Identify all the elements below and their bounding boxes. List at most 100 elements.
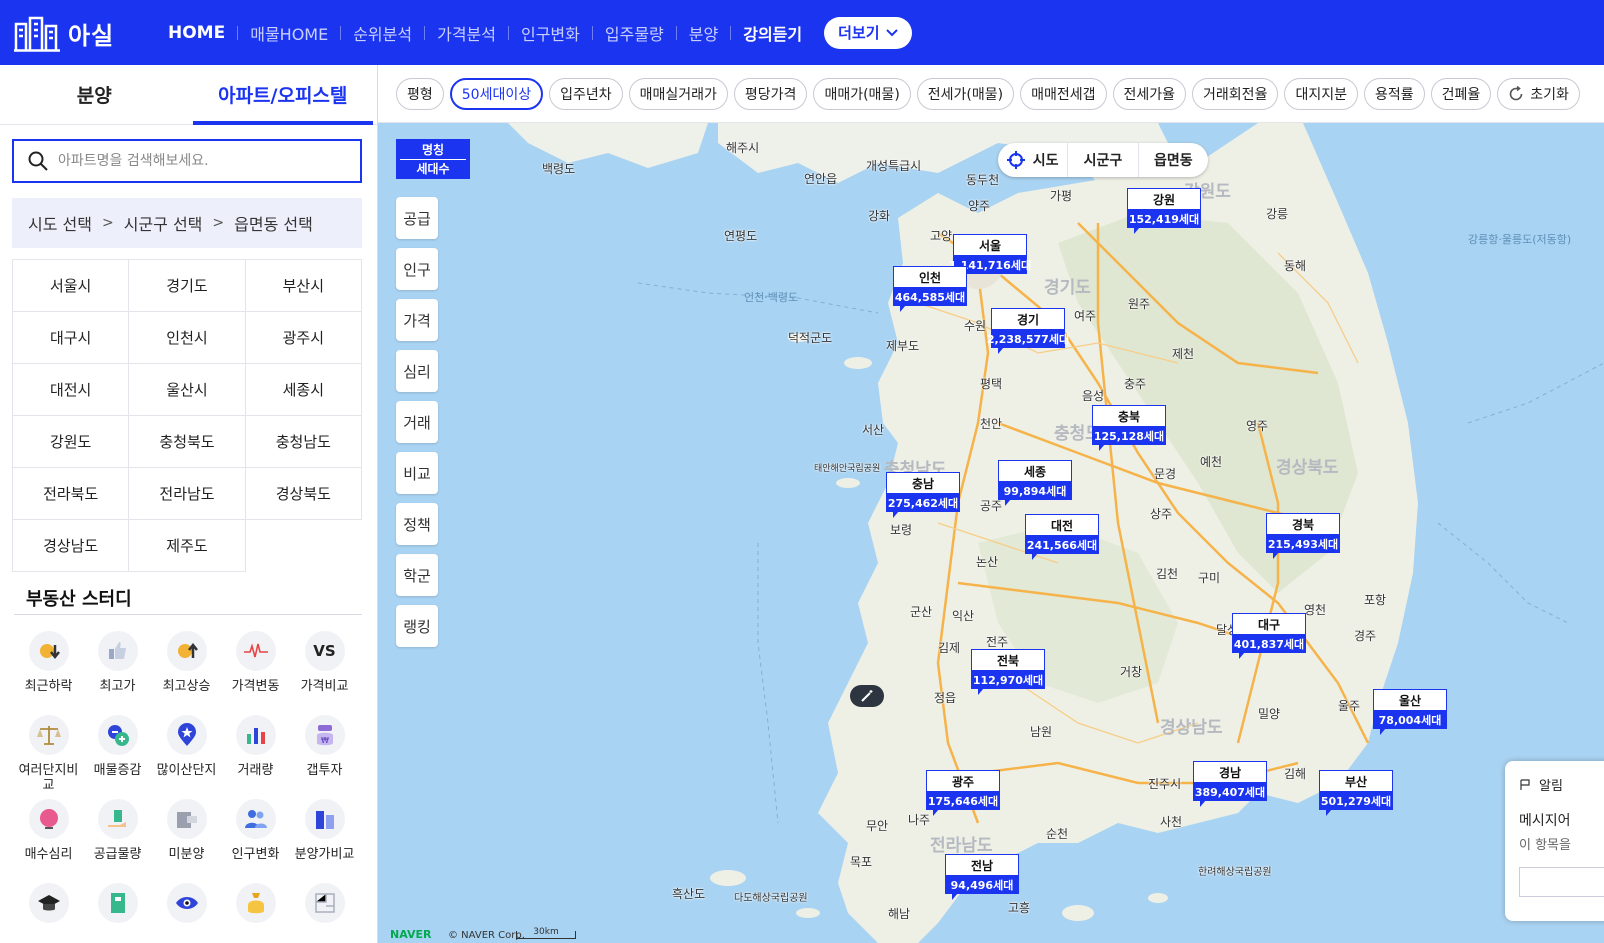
study-building[interactable]: [83, 883, 152, 943]
side-transaction-button[interactable]: 거래: [396, 401, 438, 443]
study-school-district[interactable]: [14, 883, 83, 943]
region-marker-sejong[interactable]: 세종 99,894세대: [998, 460, 1072, 506]
region-incheon[interactable]: 인천시: [129, 312, 246, 364]
region-chungnam[interactable]: 충청남도: [245, 416, 362, 468]
region-marker-incheon[interactable]: 인천 464,585세대: [893, 266, 967, 312]
filter-50-households[interactable]: 50세대이상: [449, 77, 544, 110]
region-marker-gangwon[interactable]: 강원 152,419세대: [1127, 188, 1201, 234]
region-marker-daegu[interactable]: 대구 401,837세대: [1232, 613, 1306, 659]
filter-price-per-pyeong[interactable]: 평당가격: [733, 77, 808, 110]
side-population-button[interactable]: 인구: [396, 248, 438, 290]
region-ulsan[interactable]: 울산시: [129, 364, 246, 416]
region-daegu[interactable]: 대구시: [13, 312, 130, 364]
map-view[interactable]: 해주시 백령도 연안읍 개성특급시 동두천 강원도 가평 양주 고양 강화 연평…: [378, 123, 1604, 943]
nav-home[interactable]: HOME: [168, 23, 237, 43]
region-marker-gyeongnam[interactable]: 경남 389,407세대: [1193, 761, 1267, 807]
study-volume[interactable]: 거래량: [221, 715, 290, 795]
study-most-bought[interactable]: 많이산단지: [152, 715, 221, 795]
study-top-rise[interactable]: 최고상승: [152, 631, 221, 711]
side-price-button[interactable]: 가격: [396, 299, 438, 341]
study-listing-change[interactable]: 매물증감: [83, 715, 152, 795]
level-eupmyeondong[interactable]: 읍면동: [1139, 143, 1208, 177]
crumb-sido[interactable]: 시도 선택: [28, 211, 92, 235]
study-price-change[interactable]: 가격변동: [221, 631, 290, 711]
study-highest-price[interactable]: 최고가: [83, 631, 152, 711]
filter-move-in-year[interactable]: 입주년차: [549, 77, 623, 110]
place-label: 목포: [850, 855, 873, 869]
region-marker-gwangju[interactable]: 광주 175,646세대: [926, 770, 1000, 816]
nav-population[interactable]: 인구변화: [509, 21, 592, 45]
region-daejeon[interactable]: 대전시: [13, 364, 130, 416]
filter-jeonse-ratio[interactable]: 전세가율: [1112, 77, 1187, 110]
filter-pyeong[interactable]: 평형: [396, 77, 444, 110]
study-supply-volume[interactable]: 공급물량: [83, 799, 152, 879]
tab-apartment-officetel[interactable]: 아파트/오피스텔: [189, 65, 378, 125]
more-button[interactable]: 더보기: [824, 16, 912, 49]
crumb-eupmyeondong[interactable]: 읍면동 선택: [234, 211, 313, 235]
side-school-button[interactable]: 학군: [396, 554, 438, 596]
region-gyeongnam[interactable]: 경상남도: [13, 520, 130, 572]
region-marker-chungbuk[interactable]: 충북 125,128세대: [1092, 405, 1166, 451]
region-gangwon[interactable]: 강원도: [13, 416, 130, 468]
apartment-search-box[interactable]: [12, 139, 362, 183]
filter-land-share[interactable]: 대지지분: [1284, 77, 1358, 110]
filter-building-coverage[interactable]: 건폐율: [1430, 77, 1492, 110]
region-marker-ulsan[interactable]: 울산 78,004세대: [1373, 689, 1447, 735]
nav-presale[interactable]: 분양: [677, 21, 730, 45]
study-price-compare[interactable]: VS 가격비교: [290, 631, 359, 711]
nav-price-analysis[interactable]: 가격분석: [425, 21, 508, 45]
region-jeonnam[interactable]: 전라남도: [129, 468, 246, 520]
study-asset[interactable]: [221, 883, 290, 943]
nav-listing-home[interactable]: 매물HOME: [238, 21, 340, 45]
study-watch[interactable]: [152, 883, 221, 943]
side-supply-button[interactable]: 공급: [396, 197, 438, 239]
region-jeonbuk[interactable]: 전라북도: [13, 468, 130, 520]
notice-action-button[interactable]: [1519, 867, 1604, 897]
side-policy-button[interactable]: 정책: [396, 503, 438, 545]
filter-floor-area-ratio[interactable]: 용적률: [1363, 77, 1425, 110]
nav-ranking[interactable]: 순위분석: [341, 21, 424, 45]
side-sentiment-button[interactable]: 심리: [396, 350, 438, 392]
region-gwangju[interactable]: 광주시: [245, 312, 362, 364]
filter-sale-jeonse-gap[interactable]: 매매전세갭: [1020, 77, 1107, 110]
side-compare-button[interactable]: 비교: [396, 452, 438, 494]
filter-jeonse-price-listing[interactable]: 전세가(매물): [916, 77, 1015, 110]
study-presale-compare[interactable]: 분양가비교: [290, 799, 359, 879]
filter-turnover-rate[interactable]: 거래회전율: [1192, 77, 1279, 110]
nav-supply[interactable]: 입주물량: [593, 21, 676, 45]
region-chungbuk[interactable]: 충청북도: [129, 416, 246, 468]
region-marker-busan[interactable]: 부산 501,279세대: [1319, 770, 1393, 816]
region-seoul[interactable]: 서울시: [13, 260, 130, 312]
region-marker-chungnam[interactable]: 충남 275,462세대: [886, 472, 960, 518]
marker-households: 112,970세대: [972, 670, 1044, 689]
region-sejong[interactable]: 세종시: [245, 364, 362, 416]
region-gyeonggi[interactable]: 경기도: [129, 260, 246, 312]
region-marker-gyeongbuk[interactable]: 경북 215,493세대: [1266, 513, 1340, 559]
study-multi-compare[interactable]: 여러단지비교: [14, 715, 83, 795]
region-gyeongbuk[interactable]: 경상북도: [245, 468, 362, 520]
tab-presale[interactable]: 분양: [0, 65, 189, 124]
level-sido[interactable]: 시도: [998, 143, 1069, 177]
region-marker-gyeonggi[interactable]: 경기 2,238,577세대: [987, 308, 1069, 354]
region-marker-jeonnam[interactable]: 전남 94,496세대: [945, 854, 1019, 900]
filter-sale-transaction-price[interactable]: 매매실거래가: [628, 77, 728, 110]
region-marker-jeonbuk[interactable]: 전북 112,970세대: [971, 649, 1045, 695]
brand-logo[interactable]: 아실: [14, 14, 114, 52]
study-buying-sentiment[interactable]: 매수심리: [14, 799, 83, 879]
study-recent-drop[interactable]: 최근하락: [14, 631, 83, 711]
side-ranking-button[interactable]: 랭킹: [396, 605, 438, 647]
nav-lecture[interactable]: 강의듣기: [731, 21, 814, 45]
crumb-sigungu[interactable]: 시군구 선택: [124, 211, 203, 235]
level-sigungu[interactable]: 시군구: [1068, 143, 1139, 177]
study-gap-invest[interactable]: ₩ 갭투자: [290, 715, 359, 795]
filter-sale-price-listing[interactable]: 매매가(매물): [813, 77, 911, 110]
search-input[interactable]: [58, 153, 338, 169]
region-jeju[interactable]: 제주도: [129, 520, 246, 572]
region-marker-daejeon[interactable]: 대전 241,566세대: [1025, 514, 1099, 560]
magic-wand-button[interactable]: [850, 685, 884, 707]
reset-button[interactable]: 초기화: [1497, 77, 1580, 110]
study-blueprint[interactable]: [290, 883, 359, 943]
study-unsold[interactable]: 미분양: [152, 799, 221, 879]
region-busan[interactable]: 부산시: [245, 260, 362, 312]
study-population-change[interactable]: 인구변화: [221, 799, 290, 879]
